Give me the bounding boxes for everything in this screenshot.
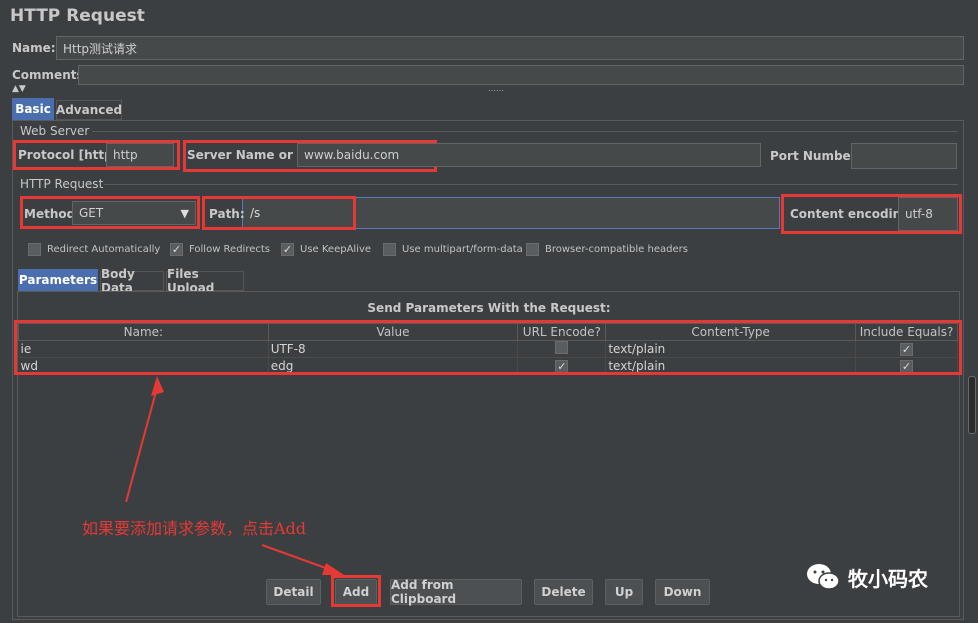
arrow-to-add-line bbox=[261, 544, 335, 572]
delete-button[interactable]: Delete bbox=[534, 579, 593, 605]
down-button[interactable]: Down bbox=[655, 579, 710, 605]
arrow-head-right-icon bbox=[322, 563, 344, 575]
scrollbar-thumb[interactable] bbox=[968, 376, 976, 434]
annotation-text: 如果要添加请求参数，点击Add bbox=[82, 519, 307, 538]
watermark-text: 牧小码农 bbox=[848, 566, 928, 591]
add-button-highlight bbox=[331, 575, 381, 607]
arrow-to-table-line bbox=[125, 387, 158, 503]
up-button[interactable]: Up bbox=[605, 579, 643, 605]
arrow-head-up-icon bbox=[151, 376, 164, 396]
wechat-icon bbox=[807, 564, 840, 590]
add-from-clipboard-button[interactable]: Add from Clipboard bbox=[390, 578, 522, 606]
watermark: 牧小码农 bbox=[806, 562, 928, 592]
detail-button[interactable]: Detail bbox=[266, 579, 321, 605]
